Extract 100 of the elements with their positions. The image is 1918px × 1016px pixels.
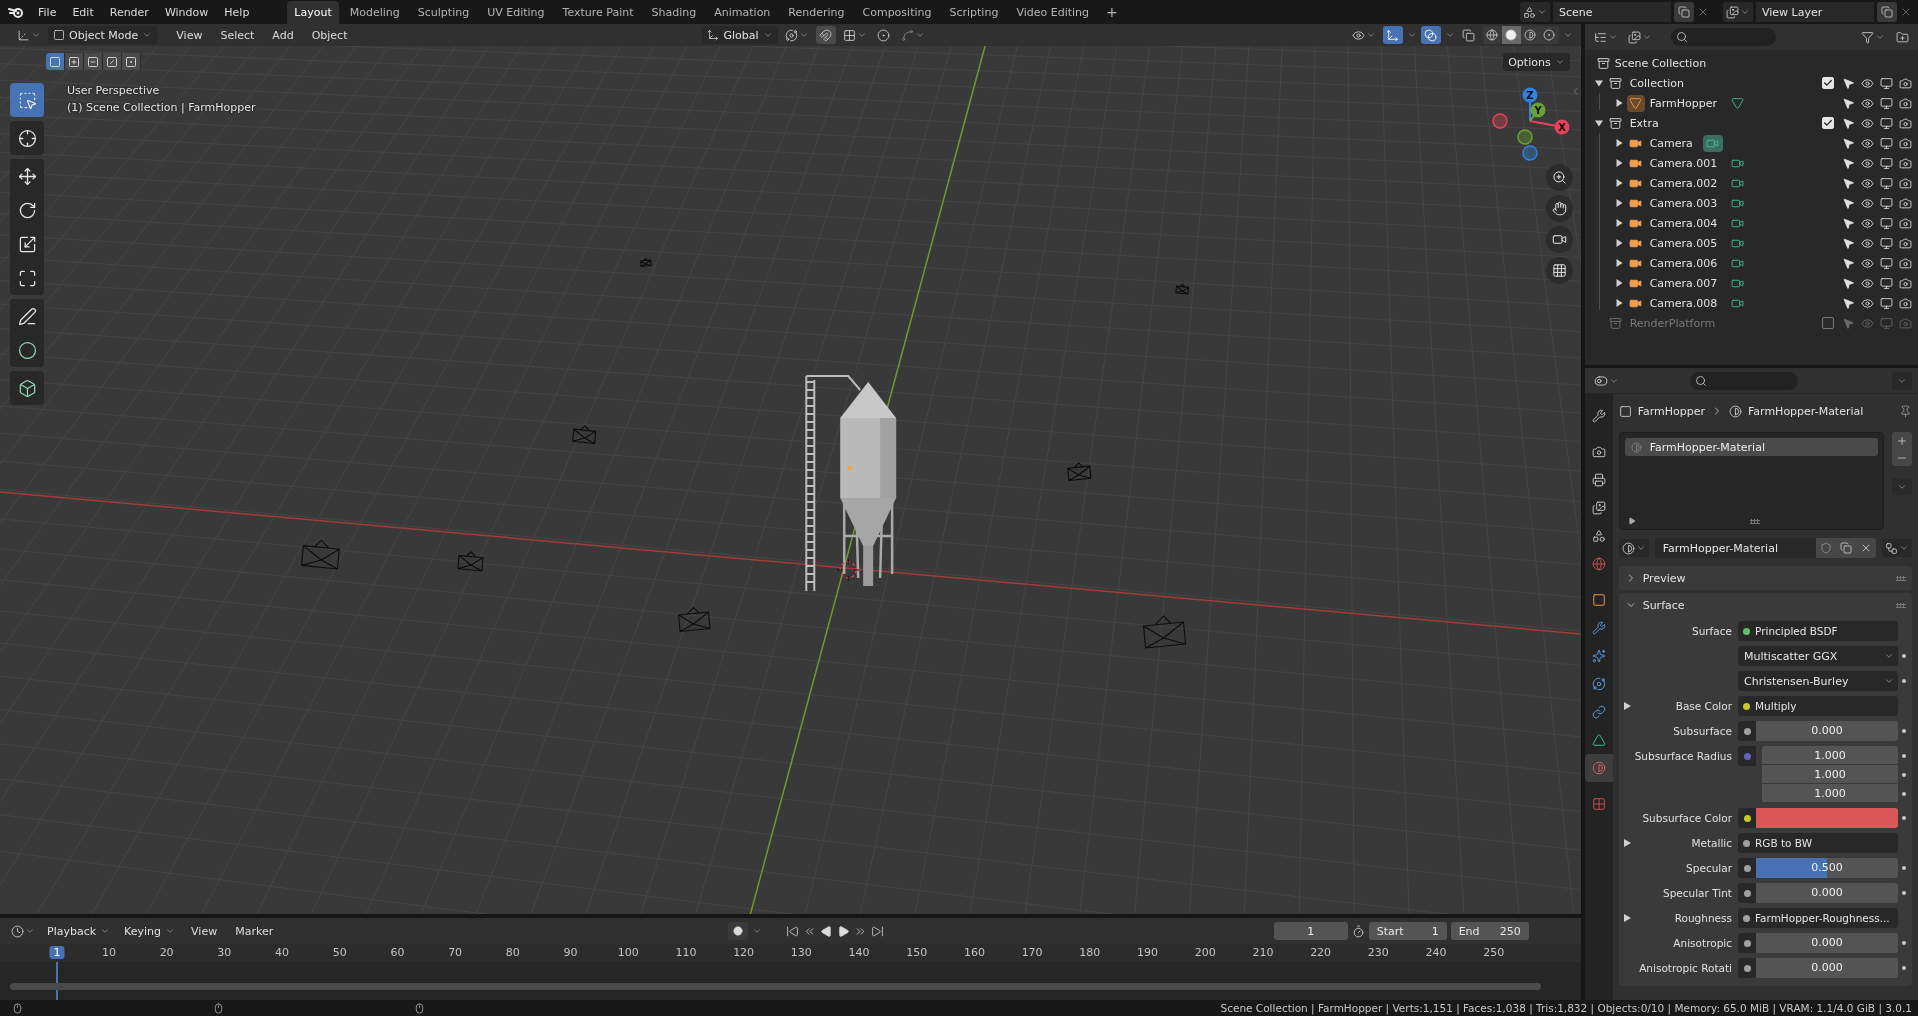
value-slider[interactable]: 0.000 [1756, 958, 1898, 978]
outliner-item[interactable]: Camera.001 [1649, 156, 1718, 170]
menu-item[interactable]: Render [101, 5, 157, 19]
view-layer-field[interactable]: View Layer [1756, 2, 1874, 22]
outliner-item[interactable]: Camera.007 [1649, 276, 1718, 290]
property-label: Anisotropic [1672, 936, 1733, 951]
add-workspace-button[interactable]: + [1098, 4, 1126, 20]
frame-number: 150 [905, 946, 929, 959]
linked-node-field[interactable]: RGB to BW [1738, 833, 1898, 853]
frame-number: 80 [504, 946, 521, 959]
value-slider[interactable]: 0.000 [1756, 933, 1898, 953]
workspace-tab[interactable]: Layout [287, 0, 339, 24]
number-field[interactable]: 1.000 [1762, 765, 1898, 784]
frame-number: 170 [1020, 946, 1044, 959]
material-slot[interactable]: FarmHopper-Material [1624, 438, 1878, 456]
value-slider[interactable]: 0.000 [1756, 721, 1898, 741]
field-label: Start [1376, 924, 1404, 938]
workspace-tab[interactable]: Animation [707, 0, 778, 24]
outliner-item[interactable]: Camera.004 [1649, 216, 1718, 230]
workspace-tab[interactable]: Texture Paint [555, 0, 641, 24]
menu-item[interactable]: View [184, 924, 225, 938]
frame-number: 230 [1366, 946, 1390, 959]
outliner-item[interactable]: Camera.002 [1649, 176, 1718, 190]
dropdown[interactable]: Multiscatter GGX [1738, 646, 1898, 666]
frame-number: 160 [962, 946, 986, 959]
workspace-tab[interactable]: Sculpting [410, 0, 477, 24]
workspace-tab[interactable]: Rendering [781, 0, 852, 24]
property-label: Surface [1691, 624, 1733, 639]
value-slider[interactable]: 0.000 [1756, 883, 1898, 903]
frame-number: 210 [1251, 946, 1275, 959]
property-label: Subsurface Radius [1634, 749, 1733, 764]
breadcrumb-item: FarmHopper-Material [1748, 404, 1864, 418]
status-text: Scene Collection | FarmHopper | Verts:1,151 | Faces:1,038 | Tris:1,832 | Objects:0/10 | Memory: 65.0 MiB | VRAM: 1.1/4.0 GiB | 3.0.1 [1220, 1002, 1912, 1014]
linked-node-field[interactable]: FarmHopper-Roughness... [1738, 908, 1898, 928]
frame-number: 180 [1078, 946, 1102, 959]
property-label: Roughness [1673, 911, 1733, 926]
field-label: End [1458, 924, 1480, 938]
frame-number: 220 [1309, 946, 1333, 959]
panel-header[interactable]: Surface [1642, 598, 1890, 612]
current-frame-field[interactable]: 1 [1273, 922, 1348, 940]
number-field[interactable]: 1.000 [1762, 784, 1898, 803]
property-label: Specular Tint [1662, 886, 1733, 901]
menu-item[interactable]: Object [304, 28, 355, 42]
menu-item[interactable]: File [30, 5, 65, 19]
dropdown[interactable]: Christensen-Burley [1738, 671, 1898, 691]
frame-number: 250 [1482, 946, 1506, 959]
frame-number: 140 [847, 946, 871, 959]
view-info-text: (1) Scene Collection | FarmHopper [67, 101, 256, 114]
frame-number: 120 [732, 946, 756, 959]
outliner-item[interactable]: Collection [1629, 76, 1685, 90]
property-label: Subsurface [1672, 724, 1733, 739]
orientation-dropdown[interactable]: Global [702, 26, 778, 44]
frame-number: 20 [158, 946, 175, 959]
frame-number: 190 [1136, 946, 1159, 959]
frame-number: 100 [616, 946, 640, 959]
outliner-item[interactable]: Camera.006 [1649, 256, 1718, 270]
outliner-item[interactable]: Camera.008 [1649, 296, 1718, 310]
menu-item[interactable]: Marker [228, 924, 281, 938]
frame-number: 90 [562, 946, 579, 959]
outliner-item[interactable]: Camera.005 [1649, 236, 1718, 250]
menu-item[interactable]: View [169, 28, 210, 42]
property-label: Base Color [1674, 699, 1733, 714]
options-dropdown[interactable]: Options [1503, 53, 1570, 71]
workspace-tab[interactable]: Scripting [942, 0, 1006, 24]
value-slider[interactable]: 0.500 [1756, 858, 1898, 878]
workspace-tab[interactable]: Shading [644, 0, 704, 24]
property-label: Anisotropic Rotati [1638, 961, 1733, 976]
frame-number: 110 [674, 946, 698, 959]
outliner-item[interactable]: Extra [1629, 116, 1659, 130]
scene-field[interactable]: Scene [1553, 2, 1671, 22]
start-frame-field[interactable]: Start 1 [1368, 922, 1447, 940]
number-field[interactable]: 1.000 [1762, 746, 1898, 765]
view-info-text: User Perspective [67, 84, 161, 97]
workspace-tab[interactable]: Video Editing [1009, 0, 1097, 24]
linked-node-field[interactable]: Principled BSDF [1738, 621, 1898, 641]
menu-item[interactable]: Edit [64, 5, 102, 19]
outliner-item[interactable]: Camera [1649, 136, 1693, 150]
menu-item[interactable]: Help [216, 5, 258, 19]
workspace-tab[interactable]: Compositing [855, 0, 939, 24]
end-frame-field[interactable]: End 250 [1450, 922, 1529, 940]
frame-number: 50 [331, 946, 348, 959]
workspace-tab[interactable]: Modeling [342, 0, 407, 24]
outliner-item[interactable]: Scene Collection [1614, 56, 1707, 70]
linked-node-field[interactable]: Multiply [1738, 696, 1898, 716]
menu-item[interactable]: Window [156, 5, 217, 19]
workspace-tab[interactable]: UV Editing [480, 0, 552, 24]
outliner-item[interactable]: Camera.003 [1649, 196, 1718, 210]
frame-number: 1 [49, 946, 65, 959]
frame-number: 70 [447, 946, 464, 959]
property-label: Metallic [1690, 836, 1733, 851]
frame-number: 10 [100, 946, 117, 959]
mode-dropdown[interactable]: Object Mode [48, 26, 158, 44]
outliner-item[interactable]: FarmHopper [1649, 96, 1717, 110]
field-value: 1 [1431, 924, 1439, 938]
property-label: Specular [1685, 861, 1733, 876]
menu-item[interactable]: Select [213, 28, 262, 42]
menu-item[interactable]: Add [265, 28, 301, 42]
axis-handle[interactable]: X [1529, 119, 1570, 135]
frame-number: 130 [789, 946, 813, 959]
frame-number: 30 [216, 946, 233, 959]
